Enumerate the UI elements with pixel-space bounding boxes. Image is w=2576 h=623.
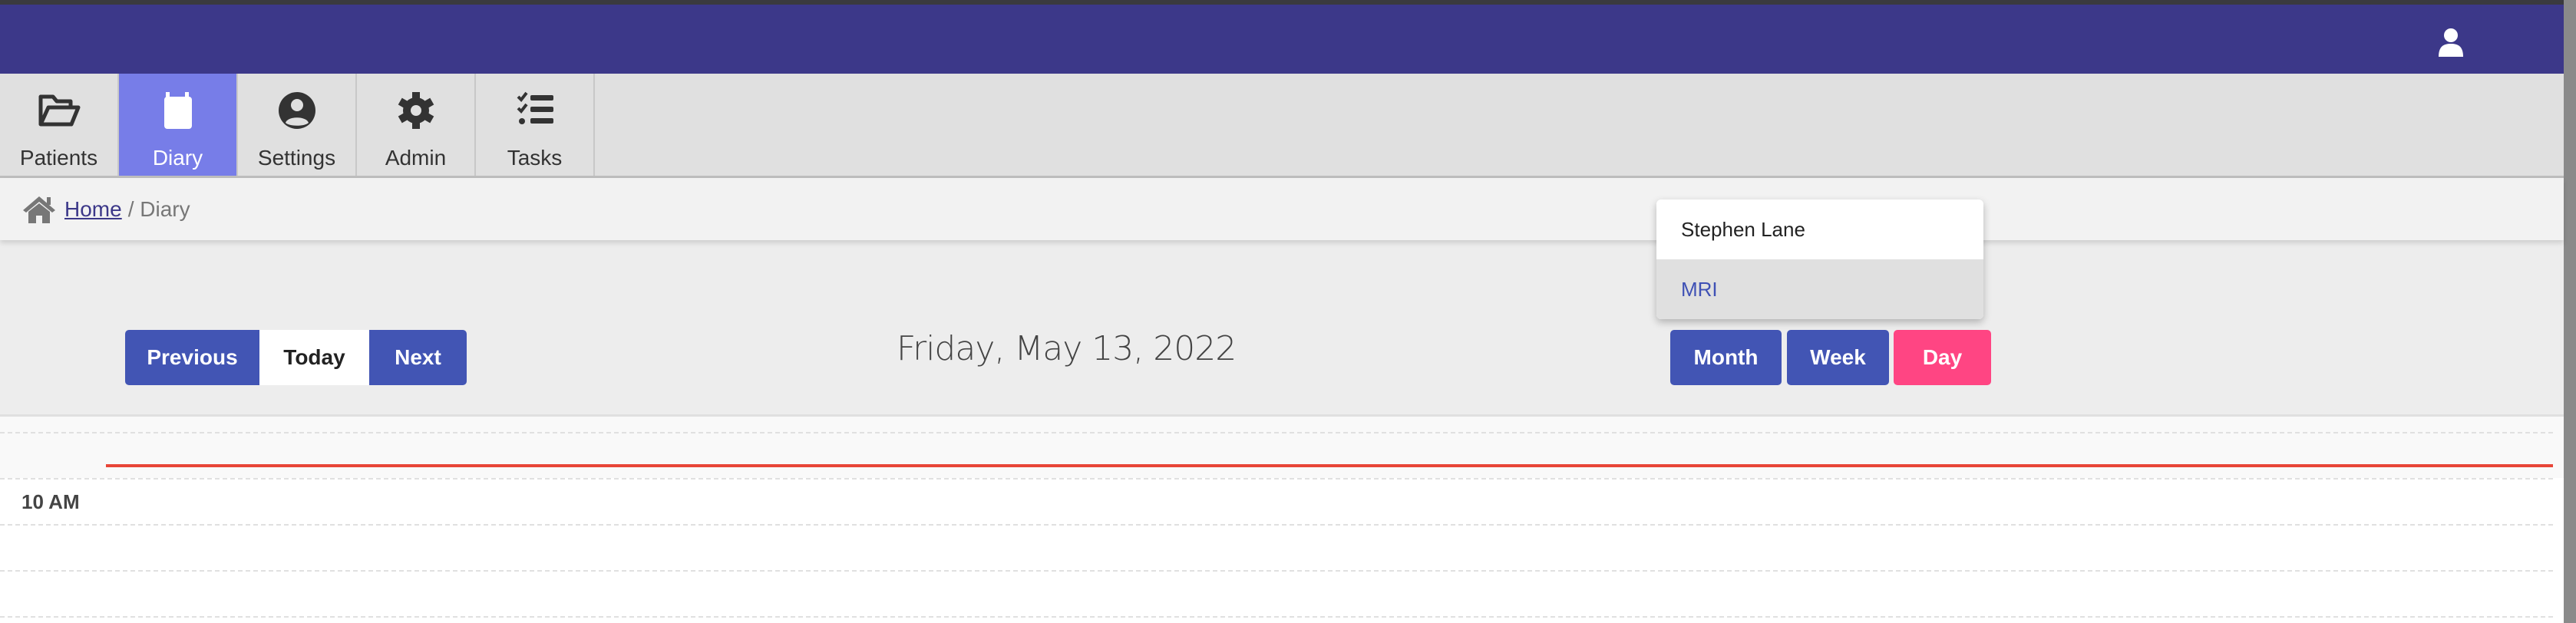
day-calendar-grid: 10 AM — [0, 417, 2564, 623]
breadcrumb-current: Diary — [140, 196, 190, 221]
current-date-title: Friday, May 13, 2022 — [897, 329, 1237, 368]
breadcrumb: Home / Diary — [0, 178, 2564, 240]
tab-tasks[interactable]: Tasks — [476, 74, 595, 176]
home-icon[interactable] — [21, 195, 57, 224]
tab-settings[interactable]: Settings — [238, 74, 357, 176]
slot-divider — [0, 432, 2553, 433]
slot-divider — [0, 616, 2553, 618]
tab-label: Diary — [152, 146, 203, 170]
tab-label: Admin — [385, 146, 447, 170]
day-view-button[interactable]: Day — [1894, 330, 1991, 385]
slot-divider — [0, 478, 2553, 480]
tab-label: Patients — [19, 146, 98, 170]
main-nav: Patients Diary Settings Admin Tasks — [0, 74, 2564, 178]
calendar-icon — [163, 92, 192, 129]
tab-label: Tasks — [507, 146, 563, 170]
app-header — [0, 5, 2564, 74]
tab-patients[interactable]: Patients — [0, 74, 119, 176]
tab-label: Settings — [257, 146, 336, 170]
user-circle-icon — [278, 92, 315, 129]
tab-diary[interactable]: Diary — [119, 74, 238, 176]
scrollbar[interactable] — [2564, 0, 2576, 623]
hour-label: 10 AM — [21, 490, 80, 513]
calendar-toolbar: Previous Today Next Friday, May 13, 2022… — [0, 240, 2564, 417]
breadcrumb-separator: / — [127, 196, 134, 221]
today-button[interactable]: Today — [259, 330, 369, 385]
dropdown-item-stephen-lane[interactable]: Stephen Lane — [1656, 199, 1983, 259]
past-time-slot — [0, 417, 2564, 478]
resource-dropdown-menu: Stephen Lane MRI — [1656, 199, 1983, 319]
next-button[interactable]: Next — [369, 330, 467, 385]
month-view-button[interactable]: Month — [1670, 330, 1782, 385]
week-view-button[interactable]: Week — [1787, 330, 1889, 385]
user-icon[interactable] — [2438, 28, 2464, 57]
previous-button[interactable]: Previous — [125, 330, 259, 385]
breadcrumb-home-link[interactable]: Home — [64, 197, 122, 222]
slot-divider — [0, 570, 2553, 572]
current-time-indicator — [106, 464, 2553, 467]
folder-open-icon — [38, 94, 80, 127]
slot-divider — [0, 524, 2553, 526]
gear-icon — [398, 92, 434, 129]
tasks-icon — [517, 91, 553, 124]
tab-admin[interactable]: Admin — [357, 74, 476, 176]
dropdown-item-mri[interactable]: MRI — [1656, 259, 1983, 319]
